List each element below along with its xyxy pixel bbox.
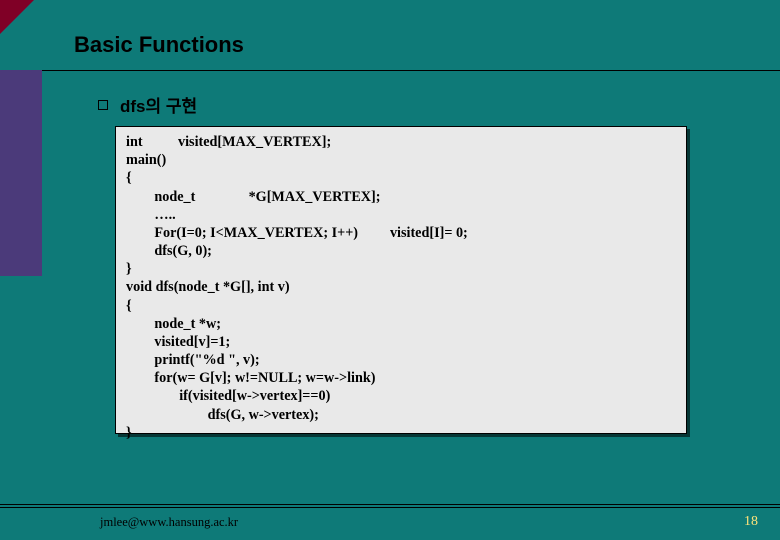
corner-accent	[0, 0, 34, 34]
bullet-square-icon	[98, 100, 108, 110]
code-box: int visited[MAX_VERTEX]; main() { node_t…	[115, 126, 687, 434]
footer-email: jmlee@www.hansung.ac.kr	[100, 515, 238, 530]
left-accent-bar	[0, 70, 42, 276]
footer-rule	[0, 504, 780, 508]
slide-title: Basic Functions	[74, 32, 244, 58]
code-block: int visited[MAX_VERTEX]; main() { node_t…	[126, 133, 676, 442]
slide-subtitle: dfs의 구현	[120, 92, 197, 117]
title-underline	[0, 70, 780, 71]
footer-page-number: 18	[744, 514, 758, 530]
subtitle-row: dfs의 구현	[98, 92, 197, 117]
slide: Basic Functions dfs의 구현 int visited[MAX_…	[0, 0, 780, 540]
